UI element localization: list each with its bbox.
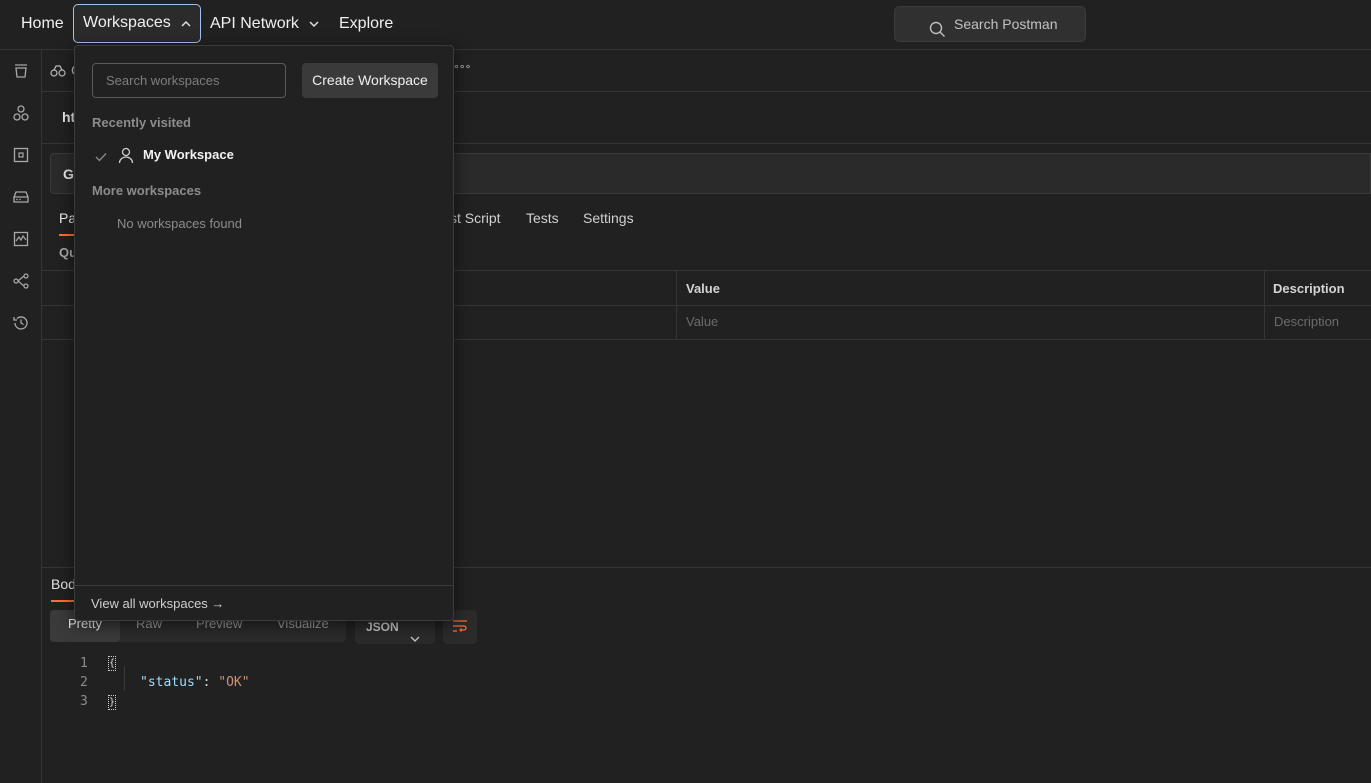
more-workspaces-heading: More workspaces xyxy=(92,183,202,198)
nav-home[interactable]: Home xyxy=(12,4,73,43)
column-header-value: Value xyxy=(686,281,720,296)
tab-tests[interactable]: Tests xyxy=(526,210,559,226)
create-workspace-button[interactable]: Create Workspace xyxy=(302,63,438,98)
global-search-placeholder: Search Postman xyxy=(954,16,1058,32)
empty-state-text: No workspaces found xyxy=(117,216,243,231)
json-open-brace: { xyxy=(108,656,116,671)
column-divider xyxy=(1264,271,1265,340)
recently-visited-heading: Recently visited xyxy=(92,115,191,130)
chevron-up-icon xyxy=(181,5,191,41)
json-value: "OK" xyxy=(218,675,250,690)
json-close-brace: } xyxy=(108,695,116,710)
line-number: 1 xyxy=(80,656,88,671)
language-label: JSON xyxy=(366,620,399,634)
environments-icon[interactable] xyxy=(12,146,30,164)
json-colon: : xyxy=(202,675,219,690)
check-icon xyxy=(95,149,107,167)
collections-icon[interactable] xyxy=(12,62,30,80)
nav-workspaces-label: Workspaces xyxy=(83,14,171,32)
workspace-binoculars-icon xyxy=(50,64,66,82)
nav-api-network[interactable]: API Network xyxy=(201,4,328,43)
response-tab-body[interactable]: Bod xyxy=(51,576,76,592)
workspaces-dropdown: Create Workspace Recently visited My Wor… xyxy=(74,45,454,621)
person-icon xyxy=(118,147,134,169)
wrap-lines-icon xyxy=(453,620,467,632)
nav-workspaces[interactable]: Workspaces xyxy=(73,4,202,43)
mock-servers-icon[interactable] xyxy=(12,188,30,206)
workspace-search-input[interactable] xyxy=(92,63,286,98)
top-nav-bar: Home Workspaces API Network Explore Sear… xyxy=(0,0,1371,50)
dropdown-footer: View all workspaces → xyxy=(75,585,453,620)
history-icon[interactable] xyxy=(12,314,30,332)
left-sidebar xyxy=(0,50,42,783)
flows-icon[interactable] xyxy=(12,272,30,290)
search-icon xyxy=(929,16,946,50)
indent-guide xyxy=(124,666,125,690)
workspace-name: My Workspace xyxy=(143,147,234,162)
column-header-description: Description xyxy=(1273,281,1345,296)
monitors-icon[interactable] xyxy=(12,230,30,248)
active-tab-indicator xyxy=(51,600,75,602)
param-description-input[interactable]: Description xyxy=(1274,314,1339,329)
chevron-down-icon xyxy=(309,4,319,43)
response-body-code[interactable]: 1 2 3 { "status": "OK" } xyxy=(42,654,642,714)
apis-icon[interactable] xyxy=(12,104,30,122)
tab-overflow-icon[interactable]: °°° xyxy=(454,62,471,76)
line-number: 3 xyxy=(80,694,88,709)
global-search[interactable]: Search Postman xyxy=(894,6,1086,42)
json-key: "status" xyxy=(140,675,203,690)
workspace-item-my-workspace[interactable]: My Workspace xyxy=(93,146,433,166)
tab-pre-request-script[interactable]: st Script xyxy=(450,210,501,226)
chevron-down-icon xyxy=(410,622,420,656)
param-value-input[interactable]: Value xyxy=(686,314,718,329)
nav-explore[interactable]: Explore xyxy=(330,4,402,43)
nav-api-network-label: API Network xyxy=(210,15,299,32)
tab-settings[interactable]: Settings xyxy=(583,210,634,226)
column-divider xyxy=(676,271,677,340)
view-all-workspaces-link[interactable]: View all workspaces → xyxy=(91,596,224,611)
line-number: 2 xyxy=(80,675,88,690)
